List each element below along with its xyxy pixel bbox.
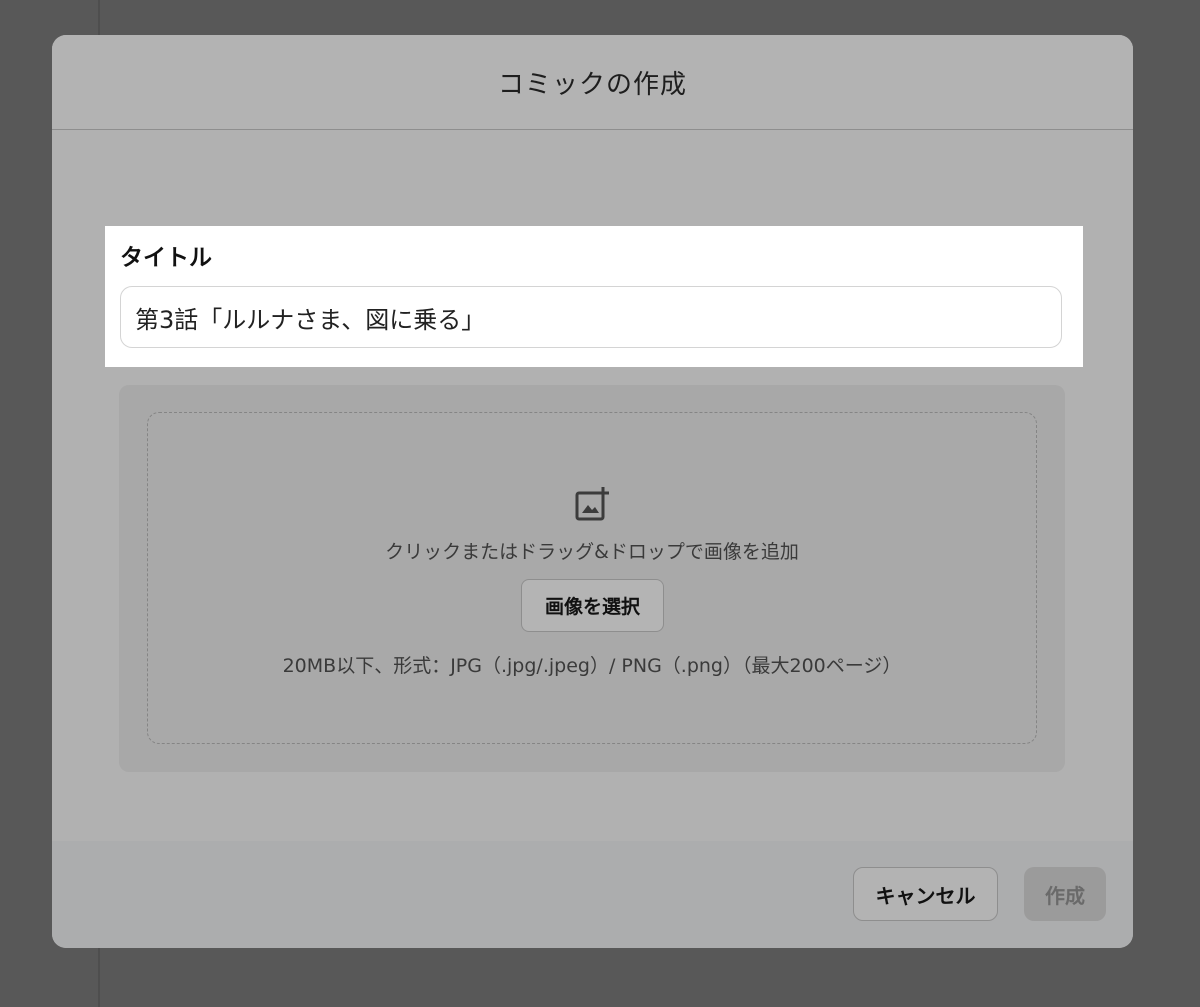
dialog-title: コミックの作成: [497, 69, 687, 100]
format-note: 20MB以下、形式：JPG（.jpg/.jpeg）/ PNG（.png）（最大2…: [282, 655, 902, 677]
create-button[interactable]: 作成: [1024, 867, 1106, 921]
add-photo-icon: [575, 487, 609, 521]
title-label: タイトル: [120, 245, 212, 271]
select-image-button[interactable]: 画像を選択: [521, 579, 664, 632]
create-comic-dialog: コミックの作成 タイトル クリックまたはドラッグ&ドロップで画像を追加 画像を選…: [52, 35, 1133, 948]
title-input[interactable]: [120, 286, 1062, 348]
cancel-button[interactable]: キャンセル: [853, 867, 998, 921]
upload-panel: クリックまたはドラッグ&ドロップで画像を追加 画像を選択 20MB以下、形式：J…: [119, 385, 1065, 772]
image-dropzone[interactable]: クリックまたはドラッグ&ドロップで画像を追加 画像を選択 20MB以下、形式：J…: [147, 412, 1037, 744]
dialog-header: コミックの作成: [52, 35, 1133, 130]
drop-hint-text: クリックまたはドラッグ&ドロップで画像を追加: [385, 541, 799, 563]
